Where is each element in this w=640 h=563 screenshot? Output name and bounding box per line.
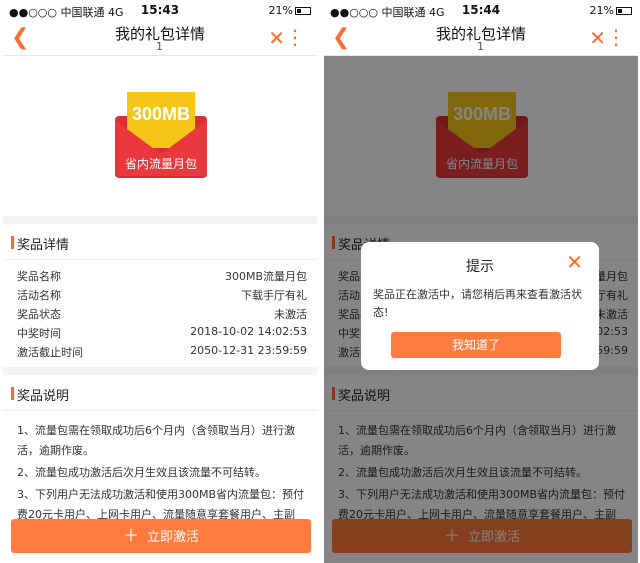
battery-status: 21% — [269, 4, 311, 17]
nav-bar: ❮ 我的礼包详情 1 ✕ ⋮ — [3, 22, 317, 56]
battery-icon — [616, 7, 632, 15]
got-it-button[interactable]: 我知道了 — [391, 332, 561, 358]
detail-row: 活动名称下载手厅有礼 — [17, 289, 307, 302]
detail-row: 激活截止时间2050-12-31 23:59:59 — [17, 344, 307, 359]
activation-dialog: 提示 ✕ 奖品正在激活中，请您稍后再来查看激活状态! 我知道了 — [361, 242, 599, 370]
status-bar: ●●○○○ 中国联通 4G 15:44 21% — [324, 0, 638, 22]
battery-status: 21% — [590, 4, 632, 17]
section-heading: 奖品说明 — [3, 375, 317, 410]
envelope-label: 省内流量月包 — [125, 157, 197, 171]
section-heading: 奖品详情 — [3, 224, 317, 259]
description-item: 2、流量包成功激活后次月生效且该流量不可结转。 — [17, 466, 266, 479]
detail-row: 奖品名称300MB流量月包 — [17, 270, 307, 283]
envelope-amount: 300MB — [132, 104, 190, 124]
dialog-message: 奖品正在激活中，请您稍后再来查看激活状态! — [373, 288, 582, 319]
gift-hero: 300MB 省内流量月包 — [3, 56, 317, 216]
activate-button[interactable]: ＋立即激活 — [11, 519, 311, 553]
status-bar: ●●○○○ 中国联通 4G 15:43 21% — [3, 0, 317, 22]
phone-screen-right: ●●○○○ 中国联通 4G 15:44 21% ❮ 我的礼包详情 1 ✕ ⋮ 3… — [324, 0, 638, 563]
prize-details: 奖品详情 奖品名称300MB流量月包 活动名称下载手厅有礼 奖品状态未激活 中奖… — [3, 224, 317, 367]
close-icon[interactable]: ✕ — [268, 26, 285, 50]
envelope-icon: 300MB 省内流量月包 — [115, 92, 207, 178]
dialog-title: 提示 — [466, 259, 494, 275]
plus-icon: ＋ — [122, 526, 139, 545]
more-icon[interactable]: ⋮ — [606, 25, 626, 49]
close-icon[interactable]: ✕ — [589, 26, 606, 50]
phone-screen-left: ●●○○○ 中国联通 4G 15:43 21% ❮ 我的礼包详情 1 ✕ ⋮ 3… — [3, 0, 317, 563]
detail-row: 中奖时间2018-10-02 14:02:53 — [17, 325, 307, 340]
nav-bar: ❮ 我的礼包详情 1 ✕ ⋮ — [324, 22, 638, 56]
close-icon[interactable]: ✕ — [566, 250, 583, 274]
more-icon[interactable]: ⋮ — [285, 25, 305, 49]
detail-row: 奖品状态 未激活 — [17, 308, 307, 321]
battery-icon — [295, 7, 311, 15]
description-item: 1、流量包需在领取成功后6个月内（含领取当月）进行激活，逾期作废。 — [17, 424, 295, 457]
